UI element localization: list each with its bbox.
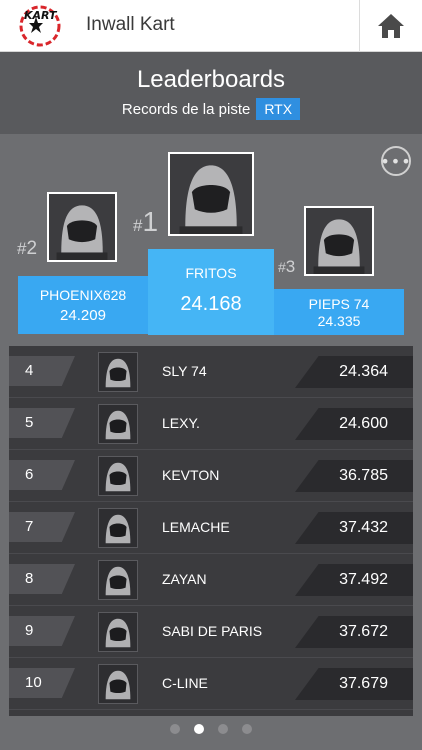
page-title: Leaderboards (136, 66, 286, 93)
avatar-third (304, 206, 374, 276)
lap-time: 37.679 (295, 668, 413, 700)
driver-avatar (98, 508, 138, 548)
avatar-second (47, 192, 117, 262)
lap-time: 37.672 (295, 616, 413, 648)
leaderboard-row[interactable]: 5 LEXY. 24.600 (9, 398, 413, 450)
driver-name: ZAYAN (162, 571, 207, 587)
leaderboard-row[interactable]: 10 C-LINE 37.679 (9, 658, 413, 710)
lap-time: 37.432 (295, 512, 413, 544)
page-dot[interactable] (218, 724, 228, 734)
row-rank: 9 (9, 616, 75, 646)
app-bar: KART Inwall Kart (0, 0, 422, 52)
podium-block-third[interactable]: PIEPS 74 24.335 (274, 289, 404, 335)
app-title: Inwall Kart (86, 14, 175, 35)
driver-avatar (98, 664, 138, 704)
leaderboard-row[interactable]: 9 SABI DE PARIS 37.672 (9, 606, 413, 658)
podium-time: 24.168 (180, 293, 242, 315)
lap-time: 36.785 (295, 460, 413, 492)
podium-time: 24.209 (60, 307, 106, 324)
leaderboard-list: 4 SLY 74 24.364 5 LEXY. 24.600 6 KEVTON … (9, 346, 413, 716)
leaderboard-header: Leaderboards Records de la piste RTX (0, 52, 422, 134)
driver-avatar (98, 352, 138, 392)
driver-name: LEMACHE (162, 519, 230, 535)
driver-avatar (98, 560, 138, 600)
driver-name: KEVTON (162, 467, 220, 483)
subtitle-row: Records de la piste RTX (0, 98, 422, 120)
podium-block-second[interactable]: PHOENIX628 24.209 (18, 276, 148, 334)
leaderboard-row[interactable]: 7 LEMACHE 37.432 (9, 502, 413, 554)
pagination-dots (0, 724, 422, 738)
row-rank: 6 (9, 460, 75, 490)
home-button[interactable] (359, 0, 422, 52)
row-rank: 7 (9, 512, 75, 542)
podium-name: PHOENIX628 (39, 287, 127, 303)
driver-name: C-LINE (162, 675, 208, 691)
driver-avatar (98, 612, 138, 652)
leaderboard-row[interactable]: 6 KEVTON 36.785 (9, 450, 413, 502)
podium-block-first[interactable]: FRITOS 24.168 (148, 249, 274, 335)
driver-name: SLY 74 (162, 363, 207, 379)
logo-text: KART (24, 9, 58, 22)
row-rank: 5 (9, 408, 75, 438)
row-rank: 8 (9, 564, 75, 594)
rank-first: #1 (133, 206, 159, 237)
page-dot[interactable] (170, 724, 180, 734)
more-icon: ••• (380, 151, 412, 171)
driver-avatar (98, 404, 138, 444)
rank-third: #3 (278, 257, 296, 276)
leaderboard-row[interactable]: 8 ZAYAN 37.492 (9, 554, 413, 606)
lap-time: 37.492 (295, 564, 413, 596)
podium-name: FRITOS (185, 265, 237, 281)
more-options-button[interactable]: ••• (380, 146, 412, 176)
rank-second: #2 (17, 238, 38, 259)
home-icon (378, 14, 404, 38)
podium-name: PIEPS 74 (308, 296, 370, 312)
podium-time: 24.335 (317, 313, 361, 329)
subtitle: Records de la piste (121, 100, 251, 118)
track-badge[interactable]: RTX (256, 98, 301, 120)
page-dot[interactable] (242, 724, 252, 734)
lap-time: 24.600 (295, 408, 413, 440)
avatar-first (168, 152, 254, 236)
leaderboard-row[interactable]: 4 SLY 74 24.364 (9, 346, 413, 398)
lap-time: 24.364 (295, 356, 413, 388)
driver-avatar (98, 456, 138, 496)
page-dot-active[interactable] (194, 724, 204, 734)
row-rank: 4 (9, 356, 75, 386)
driver-name: SABI DE PARIS (162, 623, 263, 639)
row-rank: 10 (9, 668, 75, 698)
driver-name: LEXY. (162, 415, 200, 431)
kart-logo: KART (12, 4, 68, 48)
